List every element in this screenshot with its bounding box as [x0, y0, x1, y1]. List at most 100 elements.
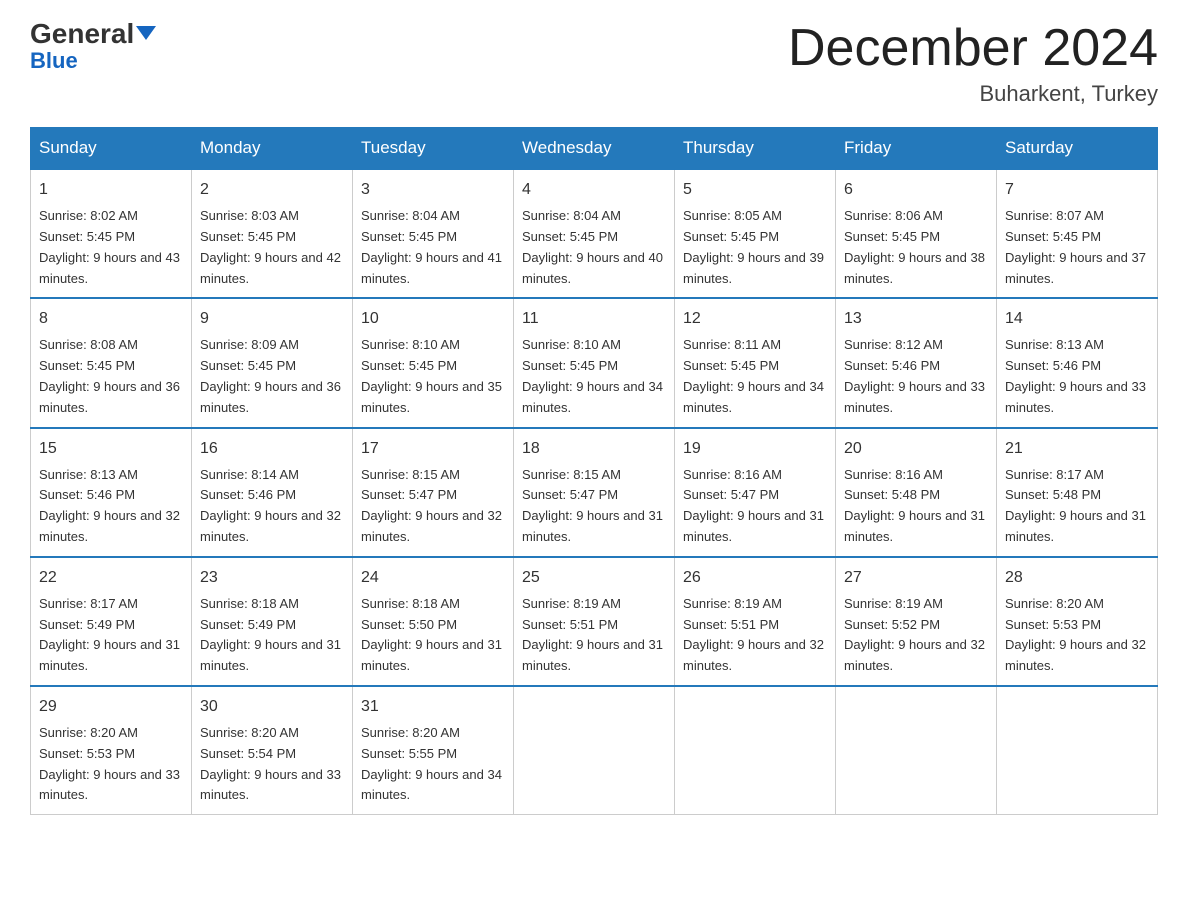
day-number: 20: [844, 437, 988, 461]
day-info: Sunrise: 8:19 AMSunset: 5:51 PMDaylight:…: [522, 596, 663, 673]
day-number: 10: [361, 307, 505, 331]
calendar-cell: 26 Sunrise: 8:19 AMSunset: 5:51 PMDaylig…: [675, 557, 836, 686]
calendar-cell: 20 Sunrise: 8:16 AMSunset: 5:48 PMDaylig…: [836, 428, 997, 557]
calendar-cell: 16 Sunrise: 8:14 AMSunset: 5:46 PMDaylig…: [192, 428, 353, 557]
page-header: General Blue December 2024 Buharkent, Tu…: [30, 20, 1158, 107]
day-number: 2: [200, 178, 344, 202]
weekday-header-row: Sunday Monday Tuesday Wednesday Thursday…: [31, 128, 1158, 170]
logo: General Blue: [30, 20, 156, 72]
day-info: Sunrise: 8:03 AMSunset: 5:45 PMDaylight:…: [200, 208, 341, 285]
day-number: 18: [522, 437, 666, 461]
calendar-cell: 23 Sunrise: 8:18 AMSunset: 5:49 PMDaylig…: [192, 557, 353, 686]
calendar-cell: [514, 686, 675, 815]
day-info: Sunrise: 8:16 AMSunset: 5:48 PMDaylight:…: [844, 467, 985, 544]
week-row-2: 8 Sunrise: 8:08 AMSunset: 5:45 PMDayligh…: [31, 298, 1158, 427]
day-info: Sunrise: 8:20 AMSunset: 5:53 PMDaylight:…: [39, 725, 180, 802]
calendar-cell: 3 Sunrise: 8:04 AMSunset: 5:45 PMDayligh…: [353, 169, 514, 298]
calendar-cell: 4 Sunrise: 8:04 AMSunset: 5:45 PMDayligh…: [514, 169, 675, 298]
day-number: 19: [683, 437, 827, 461]
calendar-cell: 2 Sunrise: 8:03 AMSunset: 5:45 PMDayligh…: [192, 169, 353, 298]
day-info: Sunrise: 8:17 AMSunset: 5:49 PMDaylight:…: [39, 596, 180, 673]
calendar-cell: 18 Sunrise: 8:15 AMSunset: 5:47 PMDaylig…: [514, 428, 675, 557]
calendar-cell: 24 Sunrise: 8:18 AMSunset: 5:50 PMDaylig…: [353, 557, 514, 686]
day-number: 8: [39, 307, 183, 331]
calendar-cell: 1 Sunrise: 8:02 AMSunset: 5:45 PMDayligh…: [31, 169, 192, 298]
day-number: 31: [361, 695, 505, 719]
calendar-cell: 25 Sunrise: 8:19 AMSunset: 5:51 PMDaylig…: [514, 557, 675, 686]
day-number: 3: [361, 178, 505, 202]
day-info: Sunrise: 8:06 AMSunset: 5:45 PMDaylight:…: [844, 208, 985, 285]
calendar-cell: 5 Sunrise: 8:05 AMSunset: 5:45 PMDayligh…: [675, 169, 836, 298]
day-info: Sunrise: 8:02 AMSunset: 5:45 PMDaylight:…: [39, 208, 180, 285]
week-row-1: 1 Sunrise: 8:02 AMSunset: 5:45 PMDayligh…: [31, 169, 1158, 298]
location-subtitle: Buharkent, Turkey: [788, 81, 1158, 107]
day-number: 27: [844, 566, 988, 590]
day-number: 29: [39, 695, 183, 719]
day-info: Sunrise: 8:10 AMSunset: 5:45 PMDaylight:…: [361, 337, 502, 414]
day-number: 17: [361, 437, 505, 461]
header-tuesday: Tuesday: [353, 128, 514, 170]
day-info: Sunrise: 8:20 AMSunset: 5:55 PMDaylight:…: [361, 725, 502, 802]
day-number: 23: [200, 566, 344, 590]
day-info: Sunrise: 8:20 AMSunset: 5:53 PMDaylight:…: [1005, 596, 1146, 673]
day-number: 1: [39, 178, 183, 202]
day-info: Sunrise: 8:13 AMSunset: 5:46 PMDaylight:…: [1005, 337, 1146, 414]
day-info: Sunrise: 8:19 AMSunset: 5:51 PMDaylight:…: [683, 596, 824, 673]
header-saturday: Saturday: [997, 128, 1158, 170]
calendar-cell: 11 Sunrise: 8:10 AMSunset: 5:45 PMDaylig…: [514, 298, 675, 427]
day-info: Sunrise: 8:05 AMSunset: 5:45 PMDaylight:…: [683, 208, 824, 285]
week-row-5: 29 Sunrise: 8:20 AMSunset: 5:53 PMDaylig…: [31, 686, 1158, 815]
day-info: Sunrise: 8:11 AMSunset: 5:45 PMDaylight:…: [683, 337, 824, 414]
day-info: Sunrise: 8:18 AMSunset: 5:49 PMDaylight:…: [200, 596, 341, 673]
day-info: Sunrise: 8:15 AMSunset: 5:47 PMDaylight:…: [361, 467, 502, 544]
day-info: Sunrise: 8:20 AMSunset: 5:54 PMDaylight:…: [200, 725, 341, 802]
calendar-cell: [836, 686, 997, 815]
day-number: 6: [844, 178, 988, 202]
day-info: Sunrise: 8:04 AMSunset: 5:45 PMDaylight:…: [361, 208, 502, 285]
header-friday: Friday: [836, 128, 997, 170]
calendar-cell: 27 Sunrise: 8:19 AMSunset: 5:52 PMDaylig…: [836, 557, 997, 686]
calendar-cell: 31 Sunrise: 8:20 AMSunset: 5:55 PMDaylig…: [353, 686, 514, 815]
day-number: 30: [200, 695, 344, 719]
header-wednesday: Wednesday: [514, 128, 675, 170]
day-number: 22: [39, 566, 183, 590]
calendar-cell: 13 Sunrise: 8:12 AMSunset: 5:46 PMDaylig…: [836, 298, 997, 427]
day-info: Sunrise: 8:07 AMSunset: 5:45 PMDaylight:…: [1005, 208, 1146, 285]
logo-blue-text: Blue: [30, 50, 78, 72]
calendar-cell: 19 Sunrise: 8:16 AMSunset: 5:47 PMDaylig…: [675, 428, 836, 557]
day-number: 12: [683, 307, 827, 331]
header-monday: Monday: [192, 128, 353, 170]
calendar-cell: 28 Sunrise: 8:20 AMSunset: 5:53 PMDaylig…: [997, 557, 1158, 686]
calendar-cell: 30 Sunrise: 8:20 AMSunset: 5:54 PMDaylig…: [192, 686, 353, 815]
day-info: Sunrise: 8:16 AMSunset: 5:47 PMDaylight:…: [683, 467, 824, 544]
calendar-cell: 29 Sunrise: 8:20 AMSunset: 5:53 PMDaylig…: [31, 686, 192, 815]
calendar-cell: 21 Sunrise: 8:17 AMSunset: 5:48 PMDaylig…: [997, 428, 1158, 557]
day-info: Sunrise: 8:17 AMSunset: 5:48 PMDaylight:…: [1005, 467, 1146, 544]
calendar-cell: 7 Sunrise: 8:07 AMSunset: 5:45 PMDayligh…: [997, 169, 1158, 298]
day-number: 16: [200, 437, 344, 461]
logo-triangle-icon: [136, 26, 156, 40]
day-number: 13: [844, 307, 988, 331]
day-number: 28: [1005, 566, 1149, 590]
logo-general-text: General: [30, 20, 156, 48]
week-row-4: 22 Sunrise: 8:17 AMSunset: 5:49 PMDaylig…: [31, 557, 1158, 686]
day-number: 21: [1005, 437, 1149, 461]
day-number: 25: [522, 566, 666, 590]
day-info: Sunrise: 8:04 AMSunset: 5:45 PMDaylight:…: [522, 208, 663, 285]
day-info: Sunrise: 8:15 AMSunset: 5:47 PMDaylight:…: [522, 467, 663, 544]
day-number: 15: [39, 437, 183, 461]
day-info: Sunrise: 8:09 AMSunset: 5:45 PMDaylight:…: [200, 337, 341, 414]
calendar-cell: 17 Sunrise: 8:15 AMSunset: 5:47 PMDaylig…: [353, 428, 514, 557]
calendar-cell: 8 Sunrise: 8:08 AMSunset: 5:45 PMDayligh…: [31, 298, 192, 427]
calendar-table: Sunday Monday Tuesday Wednesday Thursday…: [30, 127, 1158, 815]
day-info: Sunrise: 8:12 AMSunset: 5:46 PMDaylight:…: [844, 337, 985, 414]
day-number: 5: [683, 178, 827, 202]
calendar-cell: 6 Sunrise: 8:06 AMSunset: 5:45 PMDayligh…: [836, 169, 997, 298]
day-info: Sunrise: 8:19 AMSunset: 5:52 PMDaylight:…: [844, 596, 985, 673]
calendar-cell: 9 Sunrise: 8:09 AMSunset: 5:45 PMDayligh…: [192, 298, 353, 427]
calendar-cell: 22 Sunrise: 8:17 AMSunset: 5:49 PMDaylig…: [31, 557, 192, 686]
day-info: Sunrise: 8:08 AMSunset: 5:45 PMDaylight:…: [39, 337, 180, 414]
day-number: 26: [683, 566, 827, 590]
title-area: December 2024 Buharkent, Turkey: [788, 20, 1158, 107]
header-thursday: Thursday: [675, 128, 836, 170]
